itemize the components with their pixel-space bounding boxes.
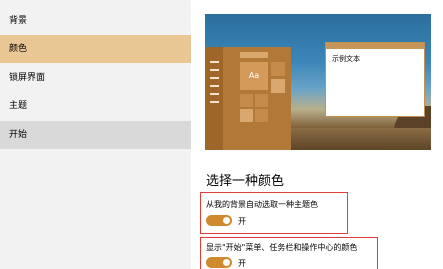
preview-menu-line — [210, 61, 219, 63]
color-preview: Aa 示例文本 — [205, 14, 431, 150]
preview-window-titlebar — [326, 43, 424, 49]
settings-sidebar: 背景 颜色 锁屏界面 主题 开始 — [0, 0, 191, 269]
sidebar-item-label: 锁屏界面 — [9, 73, 46, 83]
auto-accent-label: 从我的背景自动选取一种主题色 — [206, 200, 318, 209]
sidebar-item-colors[interactable]: 颜色 — [0, 35, 191, 63]
preview-tile — [255, 109, 268, 122]
preview-tile — [271, 62, 285, 76]
preview-sample-window: 示例文本 — [325, 42, 425, 117]
sidebar-item-label: 开始 — [9, 130, 28, 140]
preview-menu-line — [210, 93, 219, 95]
preview-sample-text: 示例文本 — [332, 55, 360, 63]
preview-tile — [240, 94, 253, 107]
preview-start-menu-strip — [205, 47, 223, 150]
sidebar-item-label: 背景 — [9, 16, 28, 26]
preview-start-menu: Aa — [205, 47, 291, 150]
sidebar-item-lock-screen[interactable]: 锁屏界面 — [0, 64, 191, 92]
sidebar-item-background[interactable]: 背景 — [0, 7, 191, 35]
auto-accent-toggle[interactable] — [206, 215, 232, 226]
preview-tile — [240, 52, 268, 58]
show-color-on-start-label: 显示"开始"菜单、任务栏和操作中心的颜色 — [206, 243, 358, 252]
toggle-knob — [223, 217, 230, 224]
preview-menu-line — [210, 69, 219, 71]
preview-tile-label: Aa — [248, 71, 260, 80]
show-color-on-start-toggle[interactable] — [206, 257, 232, 268]
preview-menu-line — [210, 101, 219, 103]
toggle-knob — [223, 259, 230, 266]
auto-accent-toggle-state: 开 — [238, 217, 246, 226]
preview-menu-line — [210, 77, 219, 79]
preview-tile — [240, 109, 253, 122]
preview-tile-aa: Aa — [240, 62, 268, 90]
sidebar-item-label: 主题 — [9, 101, 28, 111]
preview-tile — [271, 79, 285, 93]
sidebar-item-label: 颜色 — [9, 44, 28, 54]
sidebar-item-start[interactable]: 开始 — [0, 121, 191, 149]
choose-color-heading: 选择一种颜色 — [206, 174, 285, 189]
preview-tile — [255, 94, 268, 107]
preview-menu-line — [210, 85, 219, 87]
sidebar-item-themes[interactable]: 主题 — [0, 92, 191, 120]
show-color-on-start-toggle-state: 开 — [238, 259, 246, 268]
colors-settings-pane: Aa 示例文本 选择一种颜色 从我的背景自动选取一种主题色 开 显示"开始"菜单… — [191, 0, 443, 269]
